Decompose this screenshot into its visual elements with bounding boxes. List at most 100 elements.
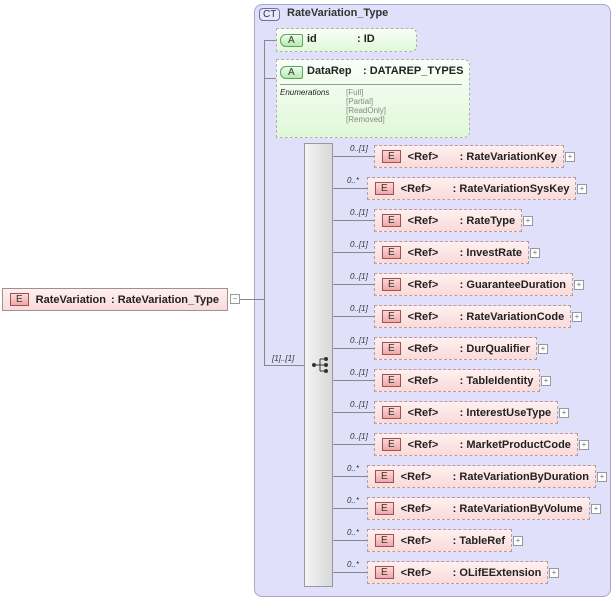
child-element[interactable]: E <Ref> : TableIdentity [374, 369, 541, 392]
child-type: : RateVariationSysKey [452, 182, 570, 195]
attribute-datarep[interactable]: A DataRep : DATAREP_TYPES Enumerations [… [276, 59, 470, 138]
child-cardinality: 0..[1] [350, 272, 368, 281]
element-badge: E [382, 310, 401, 323]
element-badge: E [375, 534, 394, 547]
connector [333, 188, 367, 189]
attribute-id[interactable]: A id : ID [276, 28, 417, 52]
connector [333, 380, 374, 381]
expand-icon[interactable]: + [513, 536, 523, 546]
child-element[interactable]: E <Ref>: RateVariationSysKey [367, 177, 577, 200]
enumerations-label: Enumerations [280, 88, 330, 97]
connector [333, 348, 374, 349]
expand-icon[interactable]: + [538, 344, 548, 354]
child-cardinality: 0..* [347, 176, 360, 185]
expand-icon[interactable]: + [572, 312, 582, 322]
child-cardinality: 0..* [347, 464, 360, 473]
child-element[interactable]: E <Ref> : DurQualifier [374, 337, 537, 360]
child-cardinality: 0..[1] [350, 400, 368, 409]
child-element[interactable]: E <Ref> : RateVariationByVolume [367, 497, 590, 520]
child-element[interactable]: E <Ref> : GuaranteeDuration [374, 273, 574, 296]
element-badge: E [382, 406, 401, 419]
connector [333, 316, 374, 317]
element-badge: E [382, 278, 401, 291]
element-badge: E [382, 438, 401, 451]
element-badge: E [375, 470, 394, 483]
child-type: : RateVariationCode [459, 310, 565, 323]
enum-value: [ReadOnly] [346, 106, 387, 115]
expand-icon[interactable]: + [559, 408, 569, 418]
element-badge: E [375, 502, 394, 515]
connector [333, 444, 374, 445]
expand-icon[interactable]: + [591, 504, 601, 514]
element-badge: E [382, 374, 401, 387]
expand-icon[interactable]: + [597, 472, 607, 482]
root-element-type: : RateVariation_Type [110, 293, 219, 306]
ref-label: <Ref> [407, 438, 439, 451]
connector [333, 156, 374, 157]
connector [264, 40, 276, 41]
child-element[interactable]: E <Ref> : RateVariationCode [374, 305, 572, 328]
expand-icon[interactable]: + [574, 280, 584, 290]
child-type: : MarketProductCode [459, 438, 571, 451]
connector [264, 365, 304, 366]
child-type: : OLifEExtension [452, 566, 542, 579]
child-type: : RateVariationByDuration [452, 470, 589, 483]
child-type: : TableRef [452, 534, 506, 547]
child-type: : TableIdentity [459, 374, 534, 387]
child-type: : InterestUseType [459, 406, 552, 419]
child-element[interactable]: E <Ref>: RateType [374, 209, 523, 232]
connector [333, 284, 374, 285]
child-type: : RateVariationByVolume [452, 502, 583, 515]
child-cardinality: 0..[1] [350, 304, 368, 313]
root-element[interactable]: E RateVariation : RateVariation_Type [2, 288, 228, 311]
expand-icon[interactable]: + [541, 376, 551, 386]
expand-icon[interactable]: + [579, 440, 589, 450]
ref-label: <Ref> [400, 470, 432, 483]
attribute-badge: A [280, 66, 303, 79]
ref-label: <Ref> [400, 502, 432, 515]
child-element[interactable]: E <Ref>: RateVariationKey [374, 145, 564, 168]
child-cardinality: 0..[1] [350, 144, 368, 153]
child-element[interactable]: E <Ref> : MarketProductCode [374, 433, 578, 456]
element-badge: E [382, 342, 401, 355]
expand-icon[interactable]: + [523, 216, 533, 226]
collapse-toggle[interactable]: − [230, 294, 240, 304]
expand-icon[interactable]: + [530, 248, 540, 258]
connector [333, 412, 374, 413]
child-cardinality: 0..[1] [350, 240, 368, 249]
sequence-cardinality: [1]..[1] [272, 354, 295, 363]
child-element[interactable]: E <Ref>: OLifEExtension [367, 561, 549, 584]
expand-icon[interactable]: + [577, 184, 587, 194]
child-element[interactable]: E <Ref> : TableRef [367, 529, 513, 552]
child-cardinality: 0..* [347, 528, 360, 537]
child-type: : RateType [459, 214, 516, 227]
ref-label: <Ref> [400, 534, 432, 547]
ref-label: <Ref> [407, 374, 439, 387]
ref-label: <Ref> [407, 342, 439, 355]
child-type: : GuaranteeDuration [459, 278, 567, 291]
attribute-name: DataRep [307, 65, 352, 77]
enum-value: [Partial] [346, 97, 374, 106]
element-badge: E [375, 566, 394, 579]
element-badge: E [10, 293, 29, 306]
expand-icon[interactable]: + [549, 568, 559, 578]
attribute-badge: A [280, 34, 303, 47]
expand-icon[interactable]: + [565, 152, 575, 162]
element-badge: E [382, 214, 401, 227]
attribute-type: : ID [357, 33, 375, 45]
connector [333, 476, 367, 477]
attribute-name: id [307, 33, 317, 45]
connector [333, 252, 374, 253]
connector [333, 572, 367, 573]
enumeration-list: [Full] [Partial] [ReadOnly] [Removed] [346, 88, 386, 124]
child-element[interactable]: E <Ref>: InterestUseType [374, 401, 559, 424]
child-type: : DurQualifier [459, 342, 530, 355]
ref-label: <Ref> [407, 246, 439, 259]
child-element[interactable]: E <Ref> : RateVariationByDuration [367, 465, 596, 488]
child-element[interactable]: E <Ref>: InvestRate [374, 241, 530, 264]
ref-label: <Ref> [407, 278, 439, 291]
ref-label: <Ref> [407, 310, 439, 323]
child-cardinality: 0..[1] [350, 432, 368, 441]
connector [264, 78, 276, 79]
child-cardinality: 0..* [347, 496, 360, 505]
